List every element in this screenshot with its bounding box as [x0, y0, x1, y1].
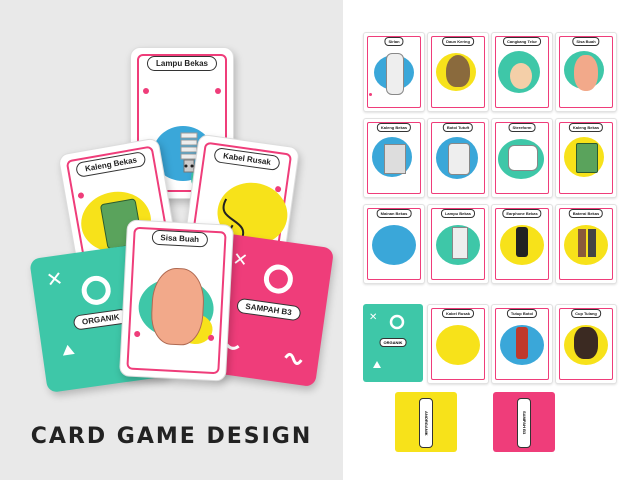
grid-card[interactable]: Botol Tutuft: [427, 118, 489, 198]
figure-illustration: [574, 327, 598, 359]
battery-illustration: [578, 229, 586, 257]
grid-card-title: Kaleng Bekas: [376, 123, 412, 132]
yellow-blob: [564, 225, 608, 265]
grid-card[interactable]: Tutup Botol: [491, 304, 553, 384]
category-label: SAMPAH B3: [517, 398, 531, 448]
card-grid-panel: Sirlan Daun Kering Cangkang Telur Sisa B…: [343, 0, 640, 480]
grid-card[interactable]: Sirlan: [363, 32, 425, 112]
pink-dot: [369, 93, 372, 96]
grid-card[interactable]: Baterai Bekas: [555, 204, 617, 284]
back-card-sampah-b3[interactable]: SAMPAH B3: [493, 392, 555, 452]
egg-illustration: [510, 63, 532, 89]
svg-text:✕: ✕: [231, 249, 249, 272]
bottle-illustration: [448, 143, 470, 175]
grid-card-title: Lampu Bekas: [440, 209, 476, 218]
showcase-panel: Lampu Bekas Kaleng Bekas Kabel Rusak ✕ O…: [0, 0, 343, 480]
battery-illustration: [588, 229, 596, 257]
bottle-illustration: [516, 327, 528, 359]
yellow-blob: [436, 325, 480, 365]
grid-card[interactable]: Cup Tulang: [555, 304, 617, 384]
grid-card-title: Daun Kering: [442, 37, 474, 46]
grid-card[interactable]: Stereform: [491, 118, 553, 198]
grid-card[interactable]: Cangkang Telur: [491, 32, 553, 112]
pink-dot: [143, 88, 149, 94]
leaf-illustration: [446, 55, 470, 87]
grid-card[interactable]: Sisa Buah: [555, 32, 617, 112]
grid-card-title: Stereform: [508, 123, 536, 132]
grid-card-title: Sisa Buah: [572, 37, 600, 46]
svg-text:✕: ✕: [369, 312, 377, 323]
svg-text:✕: ✕: [45, 266, 65, 292]
card-title: Sisa Buah: [151, 229, 209, 248]
can-illustration: [384, 144, 406, 174]
grid-card-title: Cangkang Telur: [503, 37, 541, 46]
grid-card-title: Sirlan: [384, 37, 404, 46]
grid-card[interactable]: Earphone Bekas: [491, 204, 553, 284]
earphone-illustration: [516, 227, 528, 257]
pink-dot: [215, 88, 221, 94]
fruit-illustration: [149, 266, 206, 347]
back-card-organik[interactable]: ✕ ORGANIK: [363, 304, 423, 382]
card-title: Lampu Bekas: [146, 56, 218, 71]
category-label: ANORGANIK: [419, 398, 433, 448]
card-sisa-buah[interactable]: Sisa Buah: [118, 219, 235, 382]
lightbulb-illustration: [452, 227, 468, 259]
grid-card[interactable]: Kabel Rusak: [427, 304, 489, 384]
grid-card[interactable]: Kaleng Bekas: [555, 118, 617, 198]
grid-card[interactable]: Mainan Bekas: [363, 204, 425, 284]
grid-card-title: Baterai Bekas: [568, 209, 604, 218]
grid-card-title: Kabel Rusak: [441, 309, 475, 318]
figure-illustration: [386, 53, 404, 95]
blue-blob: [372, 225, 416, 265]
can-illustration: [576, 143, 598, 173]
category-label: ORGANIK: [379, 338, 407, 347]
grid-card[interactable]: Lampu Bekas: [427, 204, 489, 284]
grid-card-title: Cup Tulang: [571, 309, 601, 318]
headline: CARD GAME DESIGN: [30, 424, 313, 449]
grid-card[interactable]: Kaleng Bekas: [363, 118, 425, 198]
back-card-anorganik[interactable]: ANORGANIK: [395, 392, 457, 452]
fruit-illustration: [574, 55, 598, 91]
grid-card-title: Kaleng Bekas: [568, 123, 604, 132]
grid-card-title: Botol Tutuft: [442, 123, 474, 132]
grid-card[interactable]: Daun Kering: [427, 32, 489, 112]
grid-card-title: Tutup Botol: [506, 309, 538, 318]
styrofoam-illustration: [508, 145, 538, 171]
grid-card-title: Earphone Bekas: [502, 209, 542, 218]
grid-card-title: Mainan Bekas: [376, 209, 412, 218]
